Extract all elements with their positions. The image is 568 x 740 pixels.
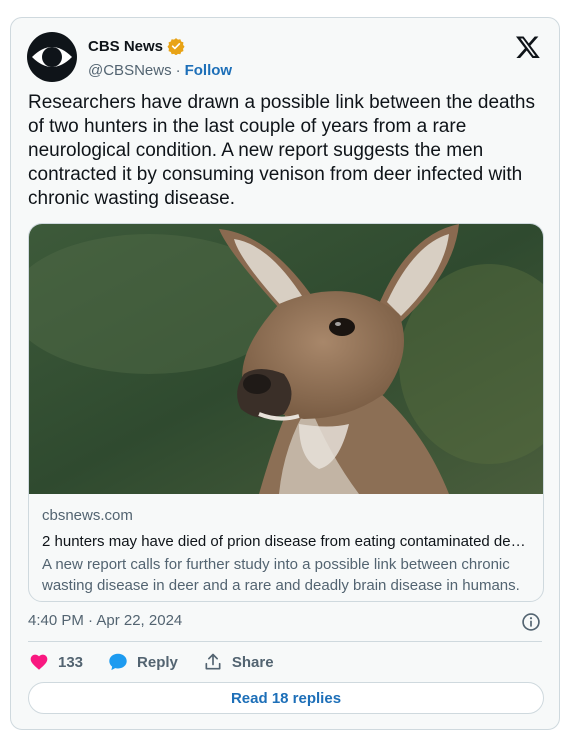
link-meta: cbsnews.com 2 hunters may have died of p… (42, 507, 531, 596)
deer-photo (29, 224, 543, 494)
author-name[interactable]: CBS News (88, 38, 163, 55)
link-title[interactable]: 2 hunters may have died of prion disease… (42, 533, 531, 550)
reply-label: Reply (137, 653, 178, 671)
link-description: A new report calls for further study int… (42, 556, 520, 594)
share-upload-icon (202, 651, 224, 673)
link-domain: cbsnews.com (42, 507, 133, 524)
follow-button[interactable]: Follow (185, 62, 233, 79)
read-replies-button[interactable]: Read 18 replies (28, 682, 544, 714)
tweet-header: CBS News @CBSNews · Follow (27, 32, 545, 82)
reply-button[interactable]: Reply (107, 651, 178, 673)
share-button[interactable]: Share (202, 651, 274, 673)
share-label: Share (231, 653, 274, 671)
verified-badge-icon (167, 37, 185, 55)
reply-bubble-icon (107, 651, 129, 673)
cbs-eye-logo-icon (28, 33, 76, 81)
author-block: CBS News @CBSNews · Follow (88, 36, 232, 80)
separator-dot: · (175, 61, 181, 79)
x-logo-icon[interactable] (515, 34, 541, 60)
like-count: 133 (58, 653, 84, 671)
divider (28, 641, 542, 642)
link-preview-card[interactable]: cbsnews.com 2 hunters may have died of p… (28, 223, 544, 602)
like-button[interactable]: 133 (28, 651, 83, 673)
info-icon[interactable] (521, 612, 541, 632)
author-handle[interactable]: @CBSNews (88, 62, 172, 79)
action-bar: 133 Reply Share (28, 651, 298, 673)
heart-icon (28, 651, 50, 673)
avatar[interactable] (27, 32, 77, 82)
tweet-embed-card: CBS News @CBSNews · Follow Researchers h… (10, 17, 560, 730)
tweet-text: Researchers have drawn a possible link b… (28, 92, 535, 209)
tweet-timestamp[interactable]: 4:40 PM · Apr 22, 2024 (28, 612, 182, 629)
